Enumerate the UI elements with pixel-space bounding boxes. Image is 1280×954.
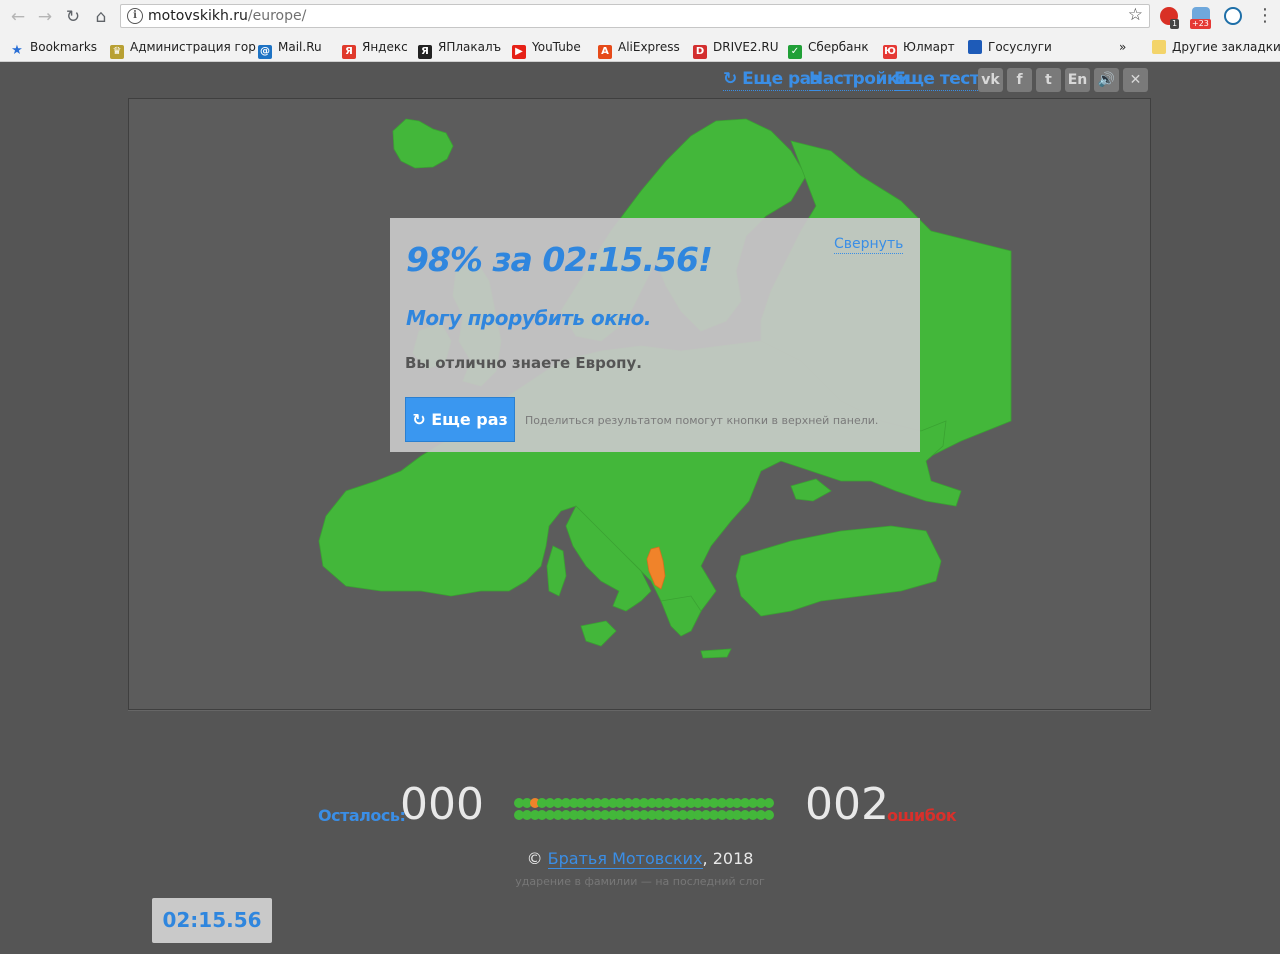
bookmark-star-icon[interactable]: ☆ <box>1128 5 1143 25</box>
rank-text: Могу прорубить окно. <box>406 306 651 330</box>
result-title: 98% за 02:15.56! <box>406 240 713 279</box>
collapse-link[interactable]: Свернуть <box>834 235 904 254</box>
extension-badge-2: +23 <box>1190 19 1211 29</box>
errors-count: 002 <box>805 779 889 830</box>
copyright-sign: © <box>526 849 543 868</box>
ulmart-icon: Ю <box>883 45 897 59</box>
share-note: Поделиться результатом помогут кнопки в … <box>525 414 879 427</box>
bookmark-10[interactable]: Госуслуги <box>968 39 1052 55</box>
url-text[interactable]: motovskikh.ru/europe/ <box>148 8 306 24</box>
stress-note: ударение в фамилии — на последний слог <box>515 875 765 888</box>
aliexpress-icon: A <box>598 45 612 59</box>
again-button[interactable]: ↻ Еще раз <box>405 397 515 442</box>
remaining-label: Осталось: <box>318 806 406 825</box>
at-icon: @ <box>258 45 272 59</box>
bookmark-7[interactable]: D DRIVE2.RU <box>693 39 779 59</box>
bookmark-label: DRIVE2.RU <box>713 40 779 54</box>
copyright: © Братья Мотовских, 2018 <box>0 849 1280 869</box>
bookmark-9[interactable]: Ю Юлмарт <box>883 39 955 59</box>
home-icon[interactable]: ⌂ <box>90 6 112 28</box>
browser-chrome: ← → ↻ ⌂ i motovskikh.ru/europe/ ☆ 1 +23 … <box>0 0 1280 62</box>
youtube-icon: ▶ <box>512 45 526 59</box>
map-region-iceland <box>392 118 454 169</box>
remaining-count: 000 <box>400 779 484 830</box>
progress-dot-correct <box>763 810 774 820</box>
vk-icon[interactable]: vk <box>978 68 1003 92</box>
drive2-icon: D <box>693 45 707 59</box>
bookmark-label: Bookmarks <box>30 40 98 54</box>
sound-icon[interactable]: 🔊 <box>1094 68 1119 92</box>
copyright-year: , 2018 <box>702 849 754 868</box>
crest-icon: ♛ <box>110 45 124 59</box>
bookmark-1[interactable]: ♛ Администрация гор <box>110 39 256 59</box>
facebook-icon[interactable]: f <box>1007 68 1032 92</box>
map-region-sardinia <box>546 545 567 597</box>
bookmark-5[interactable]: ▶ YouTube <box>512 39 581 59</box>
yaplakal-icon: Я <box>418 45 432 59</box>
map-region-turkey <box>735 525 942 617</box>
author-link[interactable]: Братья Мотовских <box>547 849 703 869</box>
bookmark-label: YouTube <box>532 40 581 54</box>
bookmark-label: Яндекс <box>362 40 408 54</box>
flag-icon <box>968 40 982 54</box>
other-bookmarks-label: Другие закладки <box>1172 40 1280 54</box>
bookmark-label: Юлмарт <box>903 40 955 54</box>
yandex-icon: Я <box>342 45 356 59</box>
other-bookmarks[interactable]: Другие закладки <box>1152 39 1280 55</box>
close-icon[interactable]: ✕ <box>1123 68 1148 92</box>
back-icon[interactable]: ← <box>7 6 29 28</box>
map-region-crimea <box>790 478 832 502</box>
timer: 02:15.56 <box>152 898 272 943</box>
again-link[interactable]: ↻ Еще раз <box>723 68 821 91</box>
address-bar[interactable]: i motovskikh.ru/europe/ ☆ <box>120 4 1150 28</box>
result-panel: 98% за 02:15.56! Свернуть Могу прорубить… <box>390 218 920 452</box>
map-region-sicily <box>580 620 617 647</box>
errors-label: ошибок <box>887 806 957 825</box>
site-info-icon[interactable]: i <box>127 8 143 24</box>
browser-toolbar: ← → ↻ ⌂ i motovskikh.ru/europe/ ☆ 1 +23 … <box>0 0 1280 33</box>
progress-dots <box>514 798 774 822</box>
bookmark-label: ЯПлакалъ <box>438 40 502 54</box>
progress-dot-correct <box>763 798 774 808</box>
reload-icon[interactable]: ↻ <box>62 6 84 28</box>
bookmark-0[interactable]: ★ Bookmarks <box>10 39 98 58</box>
bookmark-3[interactable]: Я Яндекс <box>342 39 408 59</box>
bookmark-4[interactable]: Я ЯПлакалъ <box>418 39 502 59</box>
bookmark-label: Mail.Ru <box>278 40 322 54</box>
menu-icon[interactable]: ⋮ <box>1256 6 1274 26</box>
bookmark-label: Госуслуги <box>988 40 1052 54</box>
twitter-icon[interactable]: t <box>1036 68 1061 92</box>
bookmark-2[interactable]: @ Mail.Ru <box>258 39 322 59</box>
map-region-crete <box>700 648 732 659</box>
sberbank-icon: ✓ <box>788 45 802 59</box>
bookmark-8[interactable]: ✓ Сбербанк <box>788 39 869 59</box>
bookmarks-bar: ★ Bookmarks ♛ Администрация гор @ Mail.Ru Я Янд… <box>0 35 1280 59</box>
map-region-greece <box>660 595 702 637</box>
bookmark-label: Администрация гор <box>130 40 256 54</box>
forward-icon[interactable]: → <box>34 6 56 28</box>
en-icon[interactable]: En <box>1065 68 1090 92</box>
bookmarks-more[interactable]: » <box>1119 39 1126 55</box>
bookmark-label: AliExpress <box>618 40 680 54</box>
extension-badge: 1 <box>1170 19 1180 29</box>
shield-extension-icon[interactable] <box>1224 7 1242 25</box>
result-description: Вы отлично знаете Европу. <box>405 354 642 372</box>
folder-icon <box>1152 40 1166 54</box>
star-icon: ★ <box>11 43 23 58</box>
bookmark-label: Сбербанк <box>808 40 869 54</box>
bookmark-6[interactable]: A AliExpress <box>598 39 680 59</box>
